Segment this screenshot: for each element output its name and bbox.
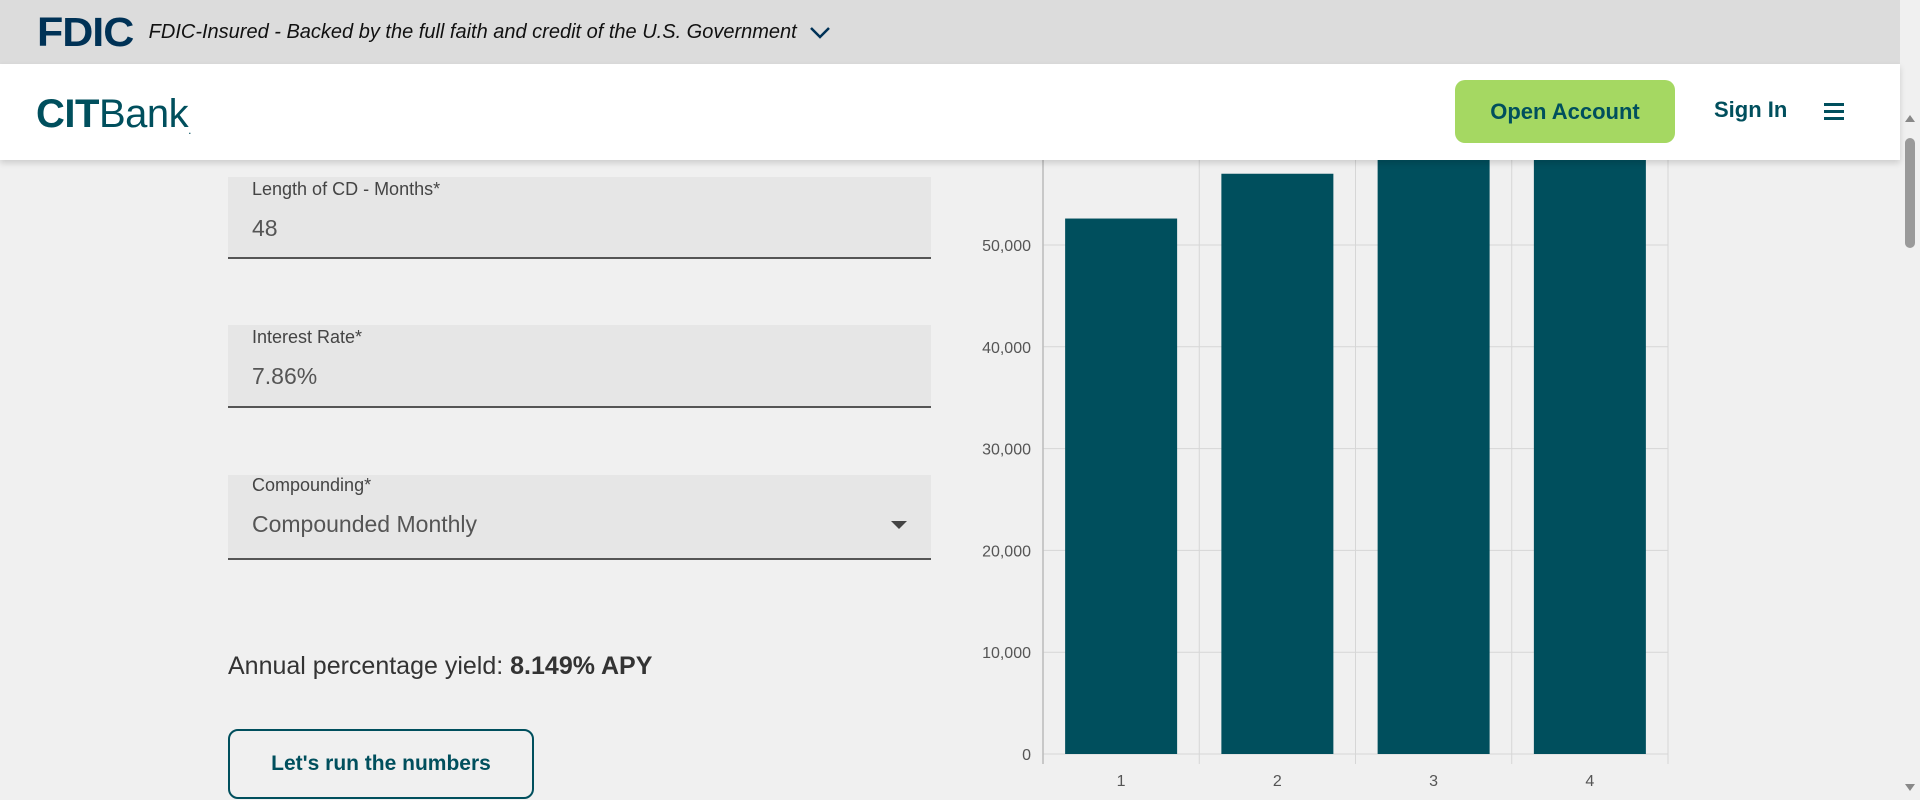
cd-length-label: Length of CD - Months*: [252, 179, 441, 199]
compounding-select[interactable]: Compounding* Compounded Monthly: [228, 475, 931, 560]
brand-mark: .: [188, 123, 191, 137]
y-tick-label: 40,000: [982, 340, 1031, 357]
compounding-value: Compounded Monthly: [252, 511, 478, 537]
caret-down-icon[interactable]: [891, 521, 907, 529]
run-numbers-button[interactable]: Let's run the numbers: [228, 729, 534, 799]
cd-length-input[interactable]: 48: [252, 215, 278, 242]
page-scrollbar[interactable]: [1900, 0, 1920, 800]
apy-statement: Annual percentage yield: 8.149% APY: [228, 652, 652, 681]
x-tick-label: 4: [1585, 773, 1594, 790]
cit-bank-logo[interactable]: CITBank.: [36, 92, 191, 137]
scroll-thumb[interactable]: [1905, 138, 1915, 248]
cd-length-field[interactable]: Length of CD - Months* 48: [228, 177, 931, 259]
scroll-down-icon[interactable]: [1905, 784, 1915, 791]
x-tick-label: 2: [1273, 773, 1282, 790]
savings-bar-chart: 0 10,000 20,000 30,000 40,000 50,000 1 2 3 4: [982, 160, 1669, 790]
apy-label: Annual percentage yield:: [228, 652, 504, 680]
bar: [1377, 160, 1490, 754]
open-account-button[interactable]: Open Account: [1455, 80, 1675, 143]
fdic-banner: FDIC FDIC-Insured - Backed by the full f…: [0, 0, 1900, 64]
sign-in-link[interactable]: Sign In: [1714, 97, 1787, 123]
hamburger-menu-icon[interactable]: [1824, 97, 1844, 125]
fdic-statement: FDIC-Insured - Backed by the full faith …: [148, 20, 797, 43]
chevron-down-icon[interactable]: [807, 19, 833, 45]
brand-cit: CIT: [36, 92, 99, 136]
brand-bank: Bank: [98, 92, 189, 136]
interest-rate-input[interactable]: 7.86%: [252, 363, 317, 390]
y-tick-label: 0: [1022, 747, 1031, 764]
y-tick-label: 10,000: [982, 645, 1031, 662]
x-tick-label: 3: [1429, 773, 1438, 790]
bar: [1065, 218, 1178, 755]
bar: [1221, 173, 1334, 755]
scroll-up-icon[interactable]: [1905, 115, 1915, 122]
interest-rate-label: Interest Rate*: [252, 327, 363, 347]
site-header: CITBank. Open Account Sign In: [0, 64, 1900, 160]
apy-value: 8.149% APY: [510, 652, 653, 680]
interest-rate-field[interactable]: Interest Rate* 7.86%: [228, 325, 931, 408]
fdic-logo: FDIC: [37, 8, 134, 55]
y-tick-label: 20,000: [982, 543, 1031, 560]
bar: [1533, 160, 1646, 754]
y-tick-label: 30,000: [982, 442, 1031, 459]
x-tick-label: 1: [1117, 773, 1126, 790]
compounding-label: Compounding*: [252, 475, 372, 495]
y-tick-label: 50,000: [982, 238, 1031, 255]
